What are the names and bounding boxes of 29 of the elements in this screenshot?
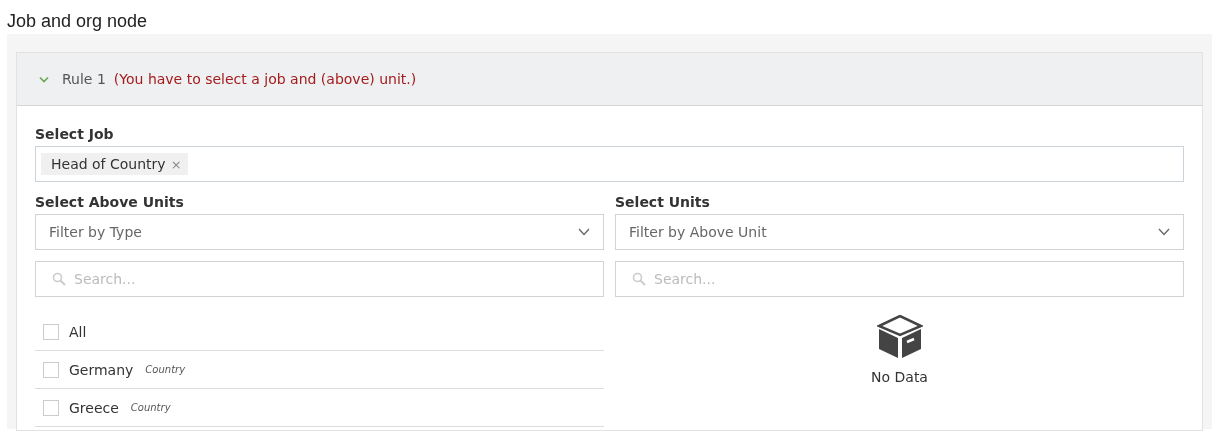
checkbox[interactable] (43, 361, 59, 378)
search-icon (52, 272, 66, 286)
unit-name: All (69, 323, 87, 340)
field-label: Select Job (35, 126, 115, 142)
checkbox[interactable] (43, 323, 59, 340)
above-unit-filter-dropdown[interactable]: Filter by Above Unit (615, 214, 1184, 250)
search-field[interactable]: Search... (615, 261, 1184, 297)
field-label: Select Above Units (35, 194, 185, 210)
rule-warning: (You have to select a job and (above) unit.) (113, 71, 417, 87)
search-field[interactable]: Search... (35, 261, 604, 297)
unit-name: Germany (69, 361, 134, 378)
unit-type: Country (130, 402, 171, 413)
unit-type: Country (145, 364, 186, 375)
job-select-field[interactable]: Head of Country × (35, 146, 1184, 182)
page-title: Job and org node (6, 10, 149, 33)
empty-message: No Data (871, 369, 928, 385)
box-icon (876, 315, 923, 359)
rule-header[interactable]: Rule 1 (You have to select a job and (above) unit.) (17, 53, 1202, 106)
tag-label: Head of Country (51, 156, 166, 172)
field-label: Select Units (615, 194, 711, 210)
checkbox[interactable] (43, 399, 59, 416)
unit-name: Greece (69, 399, 119, 416)
caret-icon (1158, 228, 1170, 236)
caret-icon (578, 228, 590, 236)
remove-tag-button[interactable]: × (170, 156, 182, 172)
type-filter-dropdown[interactable]: Filter by Type (35, 214, 604, 250)
search-icon (632, 272, 646, 286)
chevron-icon[interactable] (39, 75, 49, 83)
rule-title: Rule 1 (62, 71, 106, 87)
